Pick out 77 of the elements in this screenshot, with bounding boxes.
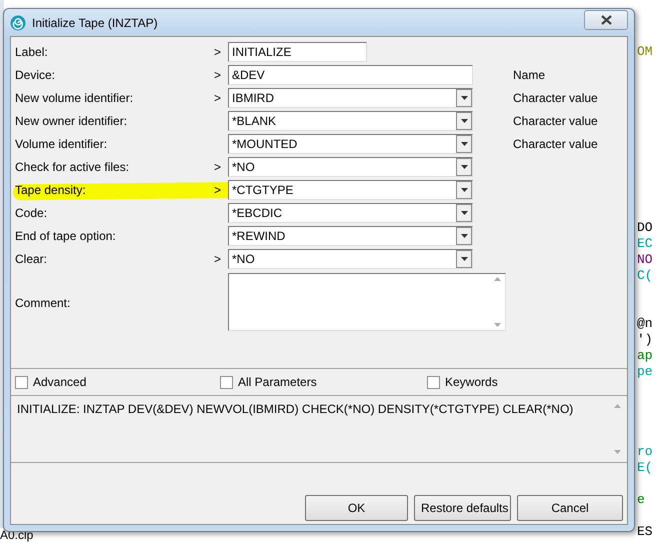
field-label: New volume identifier: xyxy=(15,90,134,104)
field-hint: Character value xyxy=(512,90,599,104)
code-fragment: ') xyxy=(637,332,653,347)
dropdown-button[interactable] xyxy=(456,226,472,244)
code-fragment: NO xyxy=(637,252,653,267)
checkbox[interactable] xyxy=(427,376,440,388)
field-label: Label: xyxy=(15,44,49,58)
field-label: Tape density: xyxy=(15,182,87,196)
prompt-marker: > xyxy=(214,160,222,174)
field-label: Device: xyxy=(15,68,56,82)
checkbox[interactable] xyxy=(220,376,233,388)
field-label: Check for active files: xyxy=(15,160,130,174)
code-fragment: ap xyxy=(637,348,653,363)
code-fragment: pe xyxy=(637,364,653,379)
caret-icon xyxy=(460,256,468,260)
prompt-marker: > xyxy=(214,44,222,58)
scroll-down-icon[interactable] xyxy=(494,323,500,327)
dropdown-button[interactable] xyxy=(456,204,472,222)
code-fragment: @n xyxy=(637,316,653,331)
close-icon xyxy=(600,14,612,24)
combo-box[interactable]: *NO xyxy=(228,156,473,176)
dialog-button[interactable]: Cancel xyxy=(517,495,623,521)
code-fragment: EC xyxy=(637,236,653,251)
combo-box[interactable]: *REWIND xyxy=(228,226,473,246)
prompt-marker: > xyxy=(214,90,222,104)
code-fragment: e xyxy=(637,492,645,507)
field-hint: Character value xyxy=(512,136,599,150)
field-label: Code: xyxy=(15,206,48,220)
field-label: New owner identifier: xyxy=(15,114,128,128)
input-field[interactable]: &DEV xyxy=(228,64,473,84)
code-fragment: OM xyxy=(637,44,653,59)
prompt-marker: > xyxy=(214,68,222,82)
code-fragment: ES xyxy=(637,524,653,539)
dropdown-button[interactable] xyxy=(456,134,472,152)
scroll-up-icon[interactable] xyxy=(494,277,500,281)
caret-icon xyxy=(460,96,468,100)
caret-icon xyxy=(460,234,468,238)
checkbox[interactable] xyxy=(15,376,28,388)
spiral-icon xyxy=(10,14,26,30)
code-fragment: C( xyxy=(637,268,653,283)
combo-box[interactable]: *NO xyxy=(228,248,473,268)
window-title: Initialize Tape (INZTAP) xyxy=(32,16,158,30)
caret-icon xyxy=(460,188,468,192)
input-field[interactable]: INITIALIZE xyxy=(228,42,367,62)
field-hint: Character value xyxy=(512,114,599,128)
command-preview: INITIALIZE: INZTAP DEV(&DEV) NEWVOL(IBMIRD) CHECK(*NO) DENSITY(*CTGTYPE) CLEAR(*NO) xyxy=(17,401,574,418)
caret-icon xyxy=(460,142,468,146)
code-fragment: ro xyxy=(637,444,653,459)
dropdown-button[interactable] xyxy=(456,112,472,130)
dropdown-button[interactable] xyxy=(456,180,472,198)
combo-box[interactable]: *MOUNTED xyxy=(228,134,473,154)
dropdown-button[interactable] xyxy=(456,88,472,106)
combo-box[interactable]: *EBCDIC xyxy=(228,202,473,222)
comment-field[interactable] xyxy=(228,273,506,331)
field-hint: Name xyxy=(512,68,546,82)
dropdown-button[interactable] xyxy=(456,158,472,176)
code-fragment: DO xyxy=(637,220,653,235)
field-label: Volume identifier: xyxy=(15,136,108,150)
field-label: Clear: xyxy=(15,252,48,266)
code-fragment: E( xyxy=(637,460,653,475)
dialog-button[interactable]: Restore defaults xyxy=(414,495,511,521)
option-checkbox[interactable]: All Parameters xyxy=(220,375,427,389)
dropdown-button[interactable] xyxy=(456,250,472,268)
caret-icon xyxy=(460,210,468,214)
caret-icon xyxy=(460,164,468,168)
prompt-marker: > xyxy=(214,252,222,266)
dialog-button[interactable]: OK xyxy=(305,495,408,521)
close-button[interactable] xyxy=(584,10,628,30)
combo-box[interactable]: *CTGTYPE xyxy=(228,180,473,200)
prompt-marker: > xyxy=(214,182,222,196)
combo-box[interactable]: IBMIRD xyxy=(228,88,473,108)
field-label: End of tape option: xyxy=(15,228,117,242)
option-checkbox[interactable]: Advanced xyxy=(15,375,220,389)
field-label: Comment: xyxy=(15,296,72,310)
combo-box[interactable]: *BLANK xyxy=(228,110,473,130)
option-checkbox[interactable]: Keywords xyxy=(427,375,623,389)
caret-icon xyxy=(460,118,468,122)
